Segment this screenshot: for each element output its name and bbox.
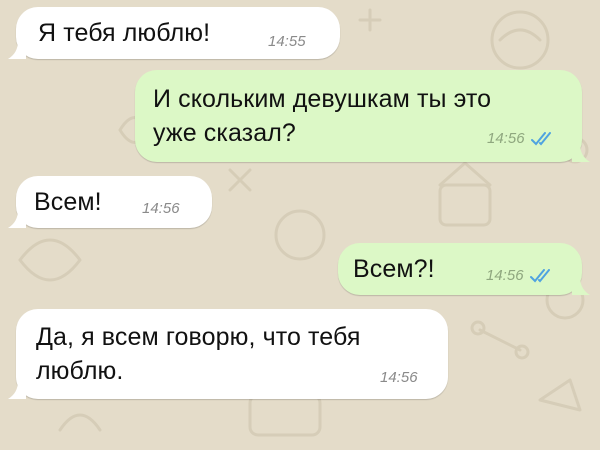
bubble-tail <box>8 41 26 59</box>
message-text-line: Да, я всем говорю, что тебя <box>36 323 361 351</box>
message-bubble-incoming[interactable]: Да, я всем говорю, что тебя люблю. 14:56 <box>8 309 448 399</box>
message-text-line: уже сказал? <box>153 119 296 147</box>
message-bubble-incoming[interactable]: Всем! 14:56 <box>8 176 212 228</box>
message-text-line: И скольким девушкам ты это <box>153 85 492 113</box>
message-time: 14:56 <box>380 369 418 386</box>
message-text: Всем! <box>34 188 102 216</box>
message-text: Я тебя люблю! <box>38 19 211 47</box>
message-text: Всем?! <box>353 255 435 283</box>
message-bubble-outgoing[interactable]: Всем?! 14:56 <box>338 243 590 295</box>
bubble-tail <box>572 277 590 295</box>
message-bubble-outgoing[interactable]: И скольким девушкам ты это уже сказал? 1… <box>135 70 590 162</box>
bubble-tail <box>572 144 590 162</box>
bubble-tail <box>8 210 26 228</box>
message-time: 14:56 <box>486 267 524 284</box>
message-bubble-incoming[interactable]: Я тебя люблю! 14:55 <box>8 7 340 59</box>
message-time: 14:56 <box>142 200 180 217</box>
message-time: 14:55 <box>268 33 306 50</box>
double-check-icon <box>530 269 550 283</box>
message-text-line: люблю. <box>36 357 124 385</box>
double-check-icon <box>531 132 551 146</box>
bubble-tail <box>8 381 26 399</box>
message-time: 14:56 <box>487 130 525 147</box>
